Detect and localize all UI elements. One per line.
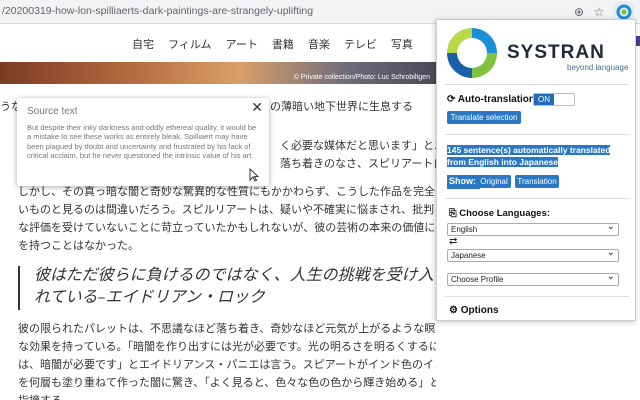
star-icon[interactable]: ☆ xyxy=(591,4,607,20)
profile-select[interactable]: Choose Profile xyxy=(447,271,619,286)
hero-caption: © Private collection/Photo: Luc Schrobil… xyxy=(293,74,430,81)
article-paragraph-2-line-2: いものと見るのは間違いだろう。スピルリアートは、疑いや不確実に悩まされ、批判 xyxy=(18,203,435,216)
hero-image: © Private collection/Photo: Luc Schrobil… xyxy=(0,62,436,84)
article-paragraph-2-line-4: を持つことはなかった。 xyxy=(18,239,139,252)
pull-quote: 彼はただ彼らに負けるのではなく、人生の挑戦を受け入れている–エイドリアン・ロック xyxy=(34,265,434,306)
systran-logo-icon xyxy=(447,28,497,78)
url-text[interactable]: /20200319-how-lon-spilliaerts-dark-paint… xyxy=(2,5,313,17)
swap-languages-icon[interactable]: ⇄ xyxy=(449,236,457,247)
language-icon: ⎘ xyxy=(449,208,460,219)
nav-item-home[interactable]: 自宅 xyxy=(132,36,154,52)
divider xyxy=(445,134,629,135)
translate-selection-button[interactable]: Translate selection xyxy=(447,111,521,124)
show-label: Show: xyxy=(447,175,480,189)
nav-item-books[interactable]: 書籍 xyxy=(272,36,294,52)
auto-translation-label: ⟳ Auto-translation: xyxy=(447,94,539,105)
page-root: /20200319-how-lon-spilliaerts-dark-paint… xyxy=(0,0,640,400)
divider xyxy=(445,84,629,85)
choose-languages-label: ⎘ Choose Languages: xyxy=(449,208,551,219)
nav-item-photo[interactable]: 写真 xyxy=(391,36,413,52)
gear-icon: ⚙ xyxy=(449,305,461,316)
article-paragraph-3-line-3: は、暗闇が必要です」とエイドリアンス・パニエは言う。スピアートがインド色のインク xyxy=(18,358,436,371)
article-paragraph-3-line-5: 指摘する。 xyxy=(18,392,436,400)
article-line-intro-right: の薄暗い地下世界に生息する xyxy=(270,100,413,113)
target-language-select[interactable]: Japanese xyxy=(447,247,619,262)
brand-tagline: beyond language xyxy=(567,63,629,72)
scroll-edge-marker xyxy=(636,36,640,46)
show-translation-button[interactable]: Translation xyxy=(515,175,559,188)
divider xyxy=(445,296,629,297)
mouse-cursor-icon xyxy=(249,167,260,185)
source-text-popup: Source text But despite their inky darkn… xyxy=(17,98,269,186)
nav-item-tv[interactable]: テレビ xyxy=(344,36,377,52)
options-link[interactable]: ⚙ Options xyxy=(449,305,499,316)
auto-translation-toggle[interactable]: ON xyxy=(533,93,575,106)
add-icon[interactable]: ⊕ xyxy=(571,4,587,20)
article-line-1-tail: く必要な媒体だと思います」とエ xyxy=(280,139,436,152)
popup-body: But despite their inky darkness and oddl… xyxy=(27,123,257,161)
nav-item-film[interactable]: フィルム xyxy=(168,36,212,52)
systran-panel: SYSTRAN beyond language ⟳ Auto-translati… xyxy=(436,19,636,321)
site-nav: 自宅 フィルム アート 書籍 音楽 テレビ 写真 xyxy=(132,36,427,52)
article-paragraph-3-line-1: 彼の限られたパレットは、不思議なほど落ち着き、奇妙なほど元気が上がるような瞑想的 xyxy=(18,322,436,335)
close-icon[interactable]: ✕ xyxy=(251,100,263,116)
divider xyxy=(445,198,629,199)
show-original-button[interactable]: Original xyxy=(477,175,511,188)
nav-item-music[interactable]: 音楽 xyxy=(308,36,330,52)
brand-name: SYSTRAN xyxy=(507,42,605,63)
source-language-select[interactable]: English xyxy=(447,221,619,236)
pull-quote-bar xyxy=(18,266,20,310)
article-paragraph-2-line-3: な評価を受けていないことに苛立っていたかもしれないが、彼の芸術の本来の価値に疑 xyxy=(18,221,436,234)
article-paragraph-3-line-2: な効果を持っている。「暗闇を作り出すには光が必要です。光の明るさを明るくするに xyxy=(18,340,436,353)
nav-item-art[interactable]: アート xyxy=(226,36,258,52)
article-paragraph-3-line-4: を何層も塗り重ねて作った闇に驚き、「よく見ると、色々な色の色から輝き始める」と xyxy=(18,376,436,389)
toggle-on-label: ON xyxy=(534,94,554,105)
popup-title: Source text xyxy=(27,106,78,117)
refresh-icon: ⟳ xyxy=(447,94,458,105)
article-line-2-tail: 落ち着きのなさ、スピリアート自 xyxy=(280,157,436,170)
sentences-translated-status: 145 sentence(s) automatically translated… xyxy=(447,145,611,167)
